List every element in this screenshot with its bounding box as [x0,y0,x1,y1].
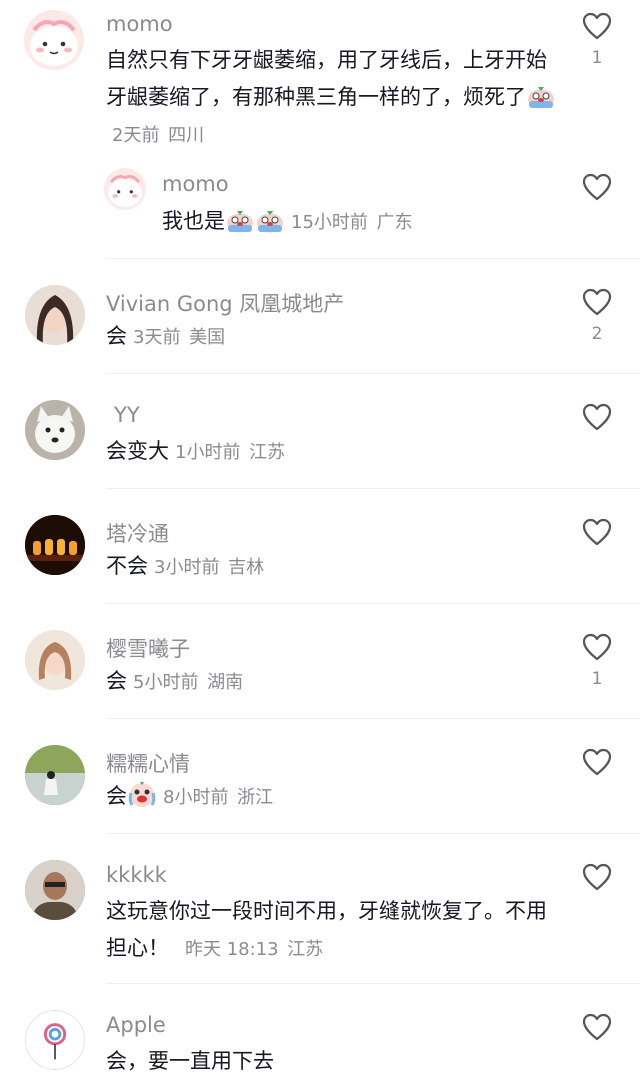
crying-emoji-icon [226,209,254,233]
like-count: 1 [591,48,603,68]
username[interactable]: momo [106,12,173,36]
avatar-photo-icon [25,745,85,805]
divider [106,373,640,374]
like-count: 1 [591,669,603,689]
like-heart-icon[interactable] [582,403,612,431]
comment-text: 会，要一直用下去 [106,1049,274,1073]
comment-item: Vivian Gong 凤凰城地产 会 3天前 美国 2 [0,260,640,375]
comment-location: 四川 [168,125,205,146]
comment-text: 自然只有下牙牙龈萎缩，用了牙线后，上牙开始牙龈萎缩了，有那种黑三角一样的了，烦死… [106,42,556,154]
comment-item: kkkkk 这玩意你过一段时间不用，牙缝就恢复了。不用担心！ 昨天 18:13 江… [0,835,640,985]
username[interactable]: Vivian Gong 凤凰城地产 [106,288,344,318]
username[interactable]: kkkkk [106,863,167,887]
like-heart-icon[interactable] [582,863,612,891]
comment-item: momo 自然只有下牙牙龈萎缩，用了牙线后，上牙开始牙龈萎缩了，有那种黑三角一样… [0,0,640,160]
comment-location: 江苏 [287,939,324,960]
comment-text: 会 8小时前 浙江 [106,778,556,816]
avatar[interactable] [25,1010,85,1070]
avatar-dog-icon [25,400,85,460]
avatar[interactable] [24,10,84,70]
like-heart-icon[interactable] [582,518,612,546]
avatar-candles-icon [25,515,85,575]
username[interactable]: 糯糯心情 [106,748,190,778]
avatar-photo-icon [25,630,85,690]
like-heart-icon[interactable] [582,12,612,40]
username[interactable]: 塔冷通 [106,518,169,548]
comment-text: 我也是 15小时前 广东 [162,209,413,233]
comment-item: 糯糯心情 会 8小时前 浙江 [0,720,640,835]
comment-time: 1小时前 [175,442,241,463]
like-heart-icon[interactable] [582,173,612,201]
avatar-cartoon-icon [30,20,78,66]
divider [106,718,640,719]
username[interactable]: YY [114,403,140,427]
divider [106,833,640,834]
comment-time: 3小时前 [154,557,220,578]
crying-emoji-icon [527,85,555,109]
comment-item: Apple 会，要一直用下去 [0,985,640,1080]
avatar[interactable] [25,515,85,575]
crying-emoji-icon [128,780,156,808]
comment-time: 15小时前 [291,212,368,233]
like-count: 2 [591,324,603,344]
comment-item: YY 会变大 1小时前 江苏 [0,375,640,490]
like-heart-icon[interactable] [582,288,612,316]
username[interactable]: Apple [106,1013,166,1037]
comment-location: 浙江 [237,787,274,808]
reply-item: momo 我也是 15小时前 广东 [0,160,640,260]
comment-location: 江苏 [249,442,286,463]
avatar[interactable] [25,400,85,460]
avatar[interactable] [25,860,85,920]
comment-time: 8小时前 [163,787,229,808]
comment-location: 湖南 [207,672,244,693]
comment-location: 广东 [376,212,413,233]
divider [106,983,640,984]
comment-location: 美国 [189,327,226,348]
comment-text: 不会 3小时前 吉林 [106,554,265,578]
comment-text: 会变大 1小时前 江苏 [106,439,286,463]
like-heart-icon[interactable] [582,1013,612,1041]
like-heart-icon[interactable] [582,748,612,776]
avatar-cartoon-icon [108,175,142,208]
crying-emoji-icon [256,209,284,233]
avatar[interactable] [104,168,146,210]
like-heart-icon[interactable] [582,633,612,661]
divider [106,488,640,489]
avatar[interactable] [25,630,85,690]
username[interactable]: 樱雪曦子 [106,633,190,663]
comment-text: 这玩意你过一段时间不用，牙缝就恢复了。不用担心！ 昨天 18:13 江苏 [106,899,547,960]
comment-text: 会 3天前 美国 [106,324,226,348]
avatar-photo-icon [25,860,85,920]
username[interactable]: momo [162,172,229,196]
divider [106,603,640,604]
comment-time: 3天前 [133,327,181,348]
comment-time: 5小时前 [133,672,199,693]
comment-location: 吉林 [228,557,265,578]
avatar-photo-icon [25,285,85,345]
comment-time: 2天前 [112,125,160,146]
divider [106,258,640,259]
avatar-lollipop-icon [43,1023,67,1060]
comment-item: 樱雪曦子 会 5小时前 湖南 1 [0,605,640,720]
avatar[interactable] [25,745,85,805]
comment-item: 塔冷通 不会 3小时前 吉林 [0,490,640,605]
comment-text: 会 5小时前 湖南 [106,669,244,693]
comment-time: 昨天 18:13 [185,939,279,960]
avatar[interactable] [25,285,85,345]
